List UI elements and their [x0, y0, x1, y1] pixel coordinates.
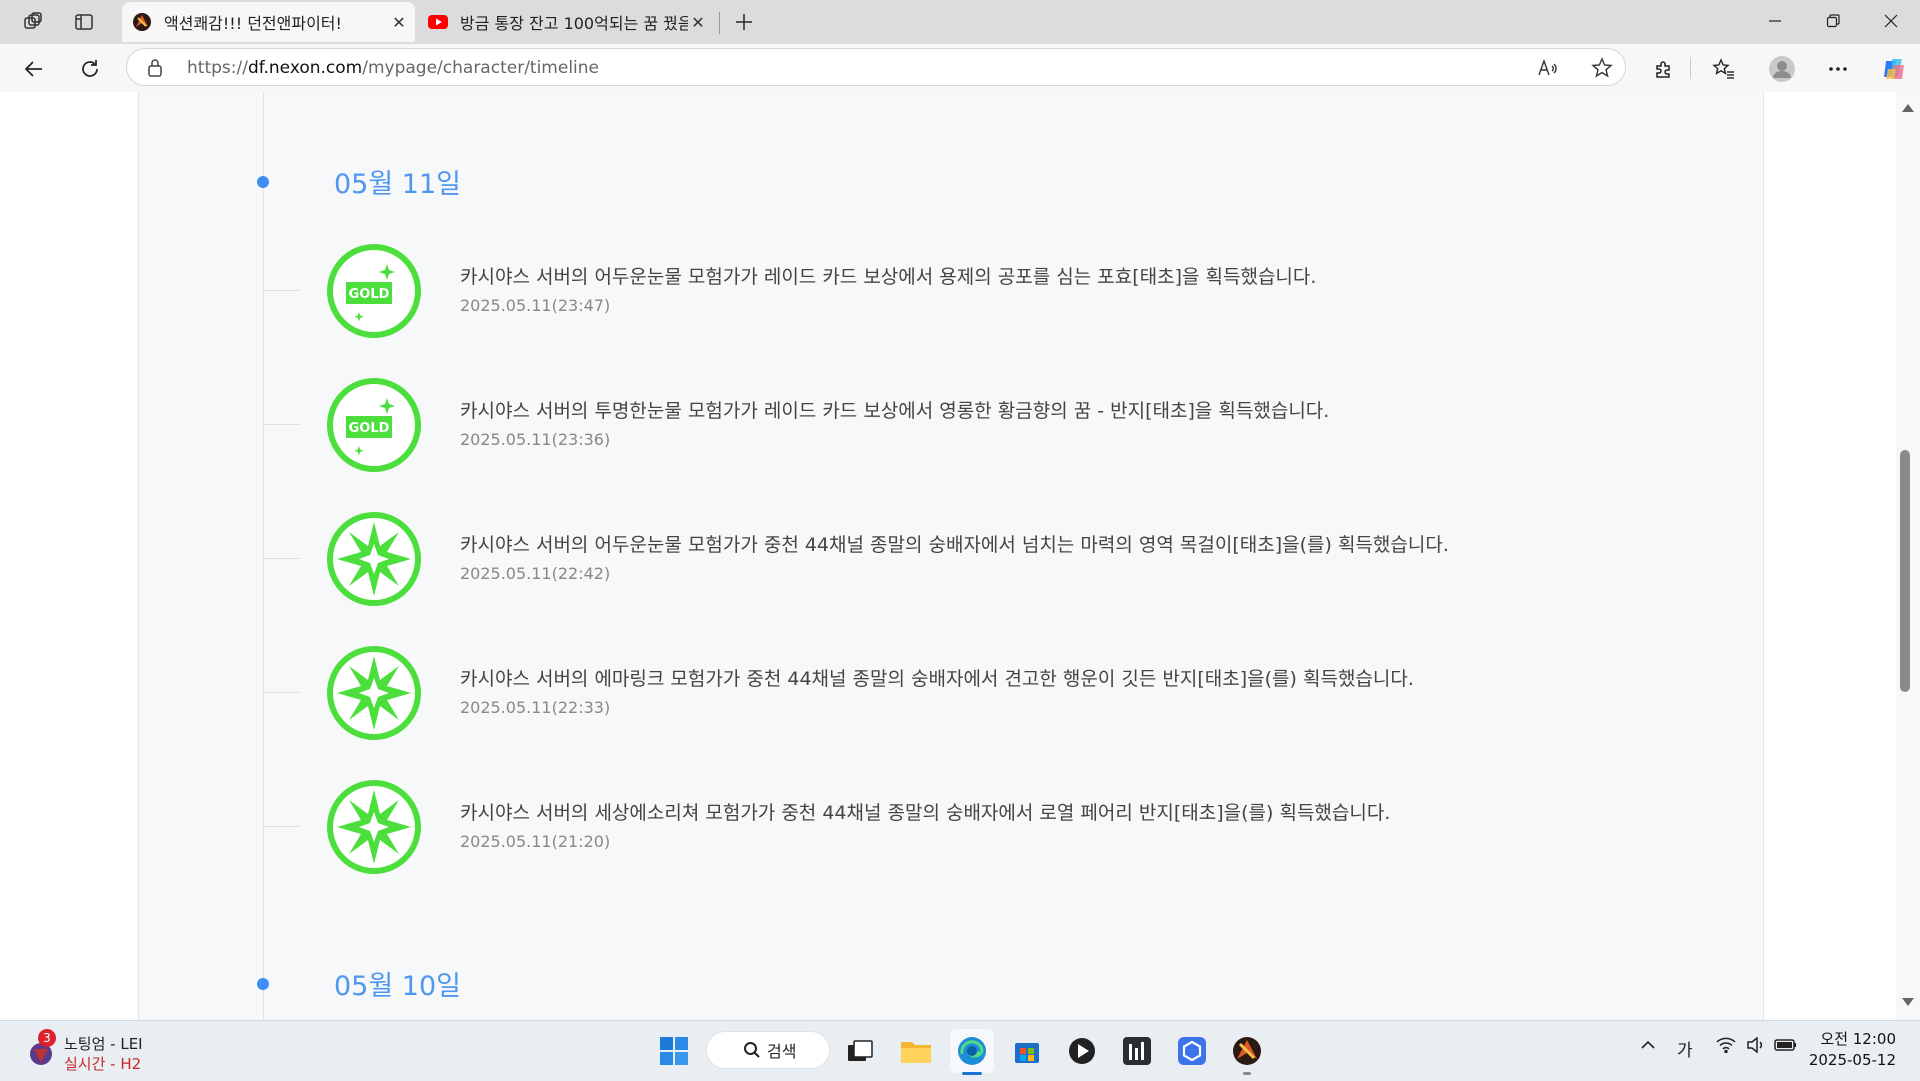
extensions-icon[interactable]	[1648, 53, 1680, 85]
close-tab-icon[interactable]: ✕	[389, 12, 409, 32]
tab-title: 액션쾌감!!! 던전앤파이터!	[164, 14, 342, 33]
url-host: df.nexon.com	[247, 58, 363, 78]
tray-overflow-icon[interactable]	[1640, 1037, 1656, 1057]
notification-badge: 3	[38, 1029, 56, 1047]
epic-burst-badge-icon	[327, 646, 421, 740]
back-icon[interactable]	[18, 53, 50, 85]
timeline-message: 카시야스 서버의 어두운눈물 모험가가 레이드 카드 보상에서 용제의 공포를 …	[460, 266, 1317, 288]
url-text[interactable]: https://df.nexon.com/mypage/character/ti…	[187, 58, 599, 78]
running-app-indicator	[1243, 1072, 1251, 1075]
timeline-timestamp: 2025.05.11(21:20)	[460, 832, 611, 851]
timeline-timestamp: 2025.05.11(22:42)	[460, 564, 611, 583]
search-icon	[744, 1042, 760, 1058]
youtube-favicon-icon	[428, 15, 448, 29]
wifi-icon[interactable]	[1716, 1037, 1736, 1058]
read-aloud-icon[interactable]	[1535, 55, 1561, 81]
timeline-item: 카시야스 서버의 어두운눈물 모험가가 중천 44채널 종말의 숭배자에서 넘치…	[264, 510, 1564, 610]
file-explorer-icon[interactable]	[894, 1029, 938, 1073]
close-window-icon[interactable]	[1862, 0, 1920, 42]
new-tab-icon[interactable]	[729, 7, 759, 37]
gold-card-badge-icon: GOLD	[327, 378, 421, 472]
widget-title: 노팅엄 - LEI	[64, 1035, 143, 1053]
task-view-icon[interactable]	[838, 1029, 882, 1073]
copilot-icon[interactable]	[1878, 53, 1910, 85]
start-button-icon[interactable]	[652, 1029, 696, 1073]
browser-toolbar: https://df.nexon.com/mypage/character/ti…	[0, 44, 1920, 93]
more-menu-icon[interactable]	[1822, 53, 1854, 85]
dnf-favicon-icon	[133, 13, 151, 31]
tab-separator	[719, 12, 720, 34]
close-tab-icon[interactable]: ✕	[688, 12, 708, 32]
scroll-up-icon[interactable]	[1902, 104, 1914, 112]
timeline-message: 카시야스 서버의 세상에소리쳐 모험가가 중천 44채널 종말의 숭배자에서 로…	[460, 802, 1391, 824]
timeline-message: 카시야스 서버의 에마링크 모험가가 중천 44채널 종말의 숭배자에서 견고한…	[460, 668, 1414, 690]
clock-time: 오전 12:00	[1820, 1030, 1896, 1048]
badge-text: GOLD	[349, 287, 390, 302]
tab-youtube[interactable]: 방금 통장 잔고 100억되는 꿈 꿨음 ✕	[418, 2, 714, 42]
address-bar[interactable]: https://df.nexon.com/mypage/character/ti…	[126, 48, 1626, 86]
gold-card-badge-icon: GOLD	[327, 244, 421, 338]
tab-dnf[interactable]: 액션쾌감!!! 던전앤파이터! ✕	[122, 2, 415, 42]
timeline-message: 카시야스 서버의 투명한눈물 모험가가 레이드 카드 보상에서 영롱한 황금향의…	[460, 400, 1330, 422]
taskbar-search[interactable]: 검색	[706, 1031, 830, 1069]
battery-icon[interactable]	[1774, 1037, 1798, 1058]
windows-taskbar: 3 노팅엄 - LEI 실시간 - H2 검색 가 오전 12:00 2025-…	[0, 1020, 1920, 1081]
weather-widget[interactable]: 3 노팅엄 - LEI 실시간 - H2	[24, 1029, 184, 1073]
dnf-game-icon[interactable]	[1225, 1029, 1269, 1073]
media-player-icon[interactable]	[1060, 1029, 1104, 1073]
widget-subtitle: 실시간 - H2	[64, 1055, 142, 1073]
clock-date: 2025-05-12	[1808, 1051, 1896, 1069]
timeline-branch	[264, 826, 300, 827]
url-scheme: https://	[187, 58, 248, 78]
favorite-star-icon[interactable]	[1589, 55, 1615, 81]
timeline-timestamp: 2025.05.11(22:33)	[460, 698, 611, 717]
refresh-icon[interactable]	[74, 53, 106, 85]
timeline-date-label: 05월 11일	[334, 169, 461, 200]
timeline-branch	[264, 290, 300, 291]
timeline-date-dot	[257, 978, 269, 990]
system-clock[interactable]: 오전 12:00 2025-05-12	[1809, 1029, 1896, 1071]
timeline-item: GOLD 카시야스 서버의 투명한눈물 모험가가 레이드 카드 보상에서 영롱한…	[264, 376, 1564, 476]
microsoft-store-icon[interactable]	[1005, 1029, 1049, 1073]
timeline-message: 카시야스 서버의 어두운눈물 모험가가 중천 44채널 종말의 숭배자에서 넘치…	[460, 534, 1449, 556]
tab-title: 방금 통장 잔고 100억되는 꿈 꿨음	[460, 14, 688, 33]
scrollbar-thumb[interactable]	[1900, 450, 1910, 692]
timeline-branch	[264, 424, 300, 425]
epic-burst-badge-icon	[327, 780, 421, 874]
workspaces-icon[interactable]	[18, 7, 48, 37]
scroll-down-icon[interactable]	[1902, 998, 1914, 1006]
timeline-item: 카시야스 서버의 세상에소리쳐 모험가가 중천 44채널 종말의 숭배자에서 로…	[264, 778, 1564, 878]
favorites-icon[interactable]	[1708, 53, 1740, 85]
search-label: 검색	[767, 1042, 797, 1061]
restore-icon[interactable]	[1804, 0, 1862, 42]
lock-icon[interactable]	[147, 58, 163, 78]
edge-browser-icon[interactable]	[950, 1029, 994, 1073]
toolbar-separator	[1690, 57, 1691, 79]
timeline-timestamp: 2025.05.11(23:36)	[460, 430, 611, 449]
equalizer-app-icon[interactable]	[1115, 1029, 1159, 1073]
tab-strip: 액션쾌감!!! 던전앤파이터! ✕ 방금 통장 잔고 100억되는 꿈 꿨음 ✕	[0, 0, 1920, 44]
timeline-item: GOLD 카시야스 서버의 어두운눈물 모험가가 레이드 카드 보상에서 용제의…	[264, 242, 1564, 342]
ime-indicator[interactable]: 가	[1677, 1036, 1693, 1061]
timeline-date-label: 05월 10일	[334, 971, 461, 1002]
minimize-icon[interactable]	[1746, 0, 1804, 42]
timeline-branch	[264, 558, 300, 559]
epic-burst-badge-icon	[327, 512, 421, 606]
timeline-branch	[264, 692, 300, 693]
active-app-indicator	[962, 1072, 982, 1075]
tab-actions-icon[interactable]	[69, 7, 99, 37]
badge-text: GOLD	[349, 421, 390, 436]
timeline-item: 카시야스 서버의 에마링크 모험가가 중천 44채널 종말의 숭배자에서 견고한…	[264, 644, 1564, 744]
hex-app-icon[interactable]	[1170, 1029, 1214, 1073]
timeline-timestamp: 2025.05.11(23:47)	[460, 296, 611, 315]
url-path: /mypage/character/timeline	[362, 58, 600, 78]
volume-icon[interactable]	[1746, 1036, 1766, 1058]
page-viewport: 05월 11일 GOLD 카시야스 서버의 어두운눈물 모험가가 레이드 카드 …	[0, 92, 1920, 1020]
profile-avatar-icon[interactable]	[1766, 53, 1798, 85]
timeline-date-dot	[257, 176, 269, 188]
